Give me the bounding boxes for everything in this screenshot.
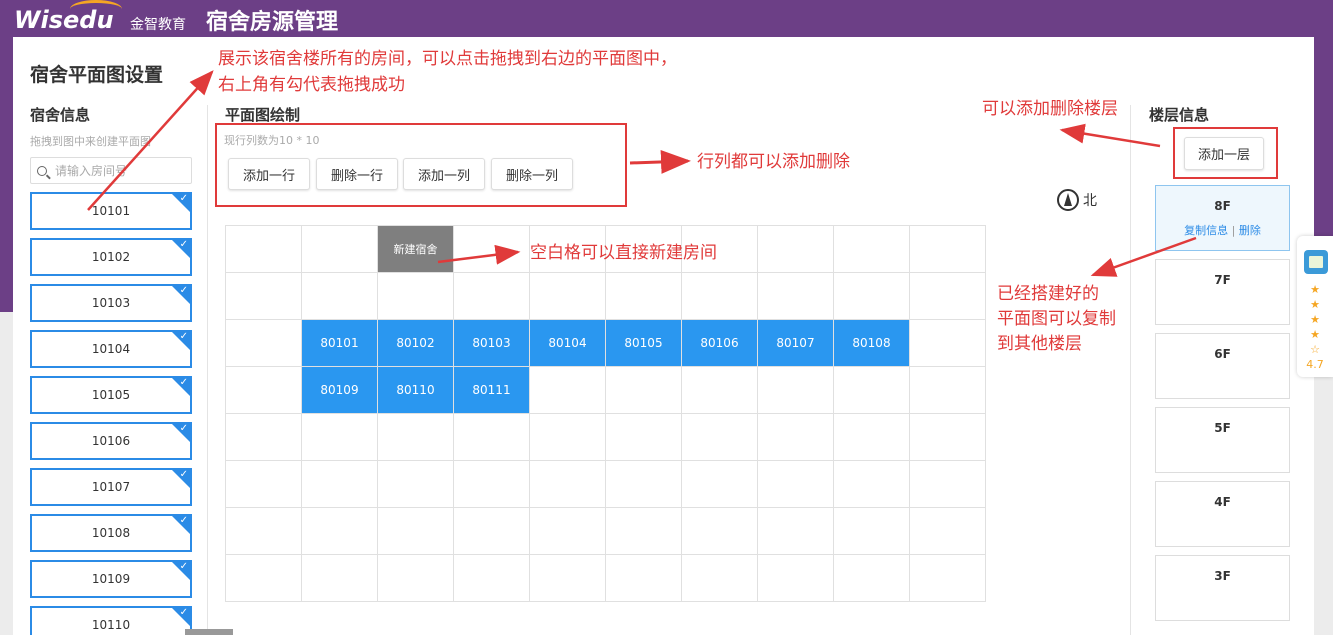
arrow-blank — [437, 244, 521, 265]
star-icon: ★ — [1310, 283, 1320, 296]
horizontal-scrollbar[interactable] — [185, 629, 233, 635]
arrow-rooms — [87, 70, 214, 211]
star-icon: ☆ — [1310, 343, 1320, 356]
arrow-copy — [1090, 236, 1197, 277]
app-badge-icon — [1304, 250, 1328, 274]
annotation-arrows — [87, 70, 1197, 277]
rating-widget[interactable]: ★ ★ ★ ★ ☆ 4.7 — [1297, 236, 1333, 377]
rating-value: 4.7 — [1306, 358, 1324, 371]
star-icon: ★ — [1310, 313, 1320, 326]
arrow-floors — [1059, 123, 1161, 148]
star-icon: ★ — [1310, 298, 1320, 311]
star-icon: ★ — [1310, 328, 1320, 341]
arrow-rowcol — [629, 149, 691, 174]
star-rating: ★ ★ ★ ★ ☆ — [1297, 282, 1333, 357]
